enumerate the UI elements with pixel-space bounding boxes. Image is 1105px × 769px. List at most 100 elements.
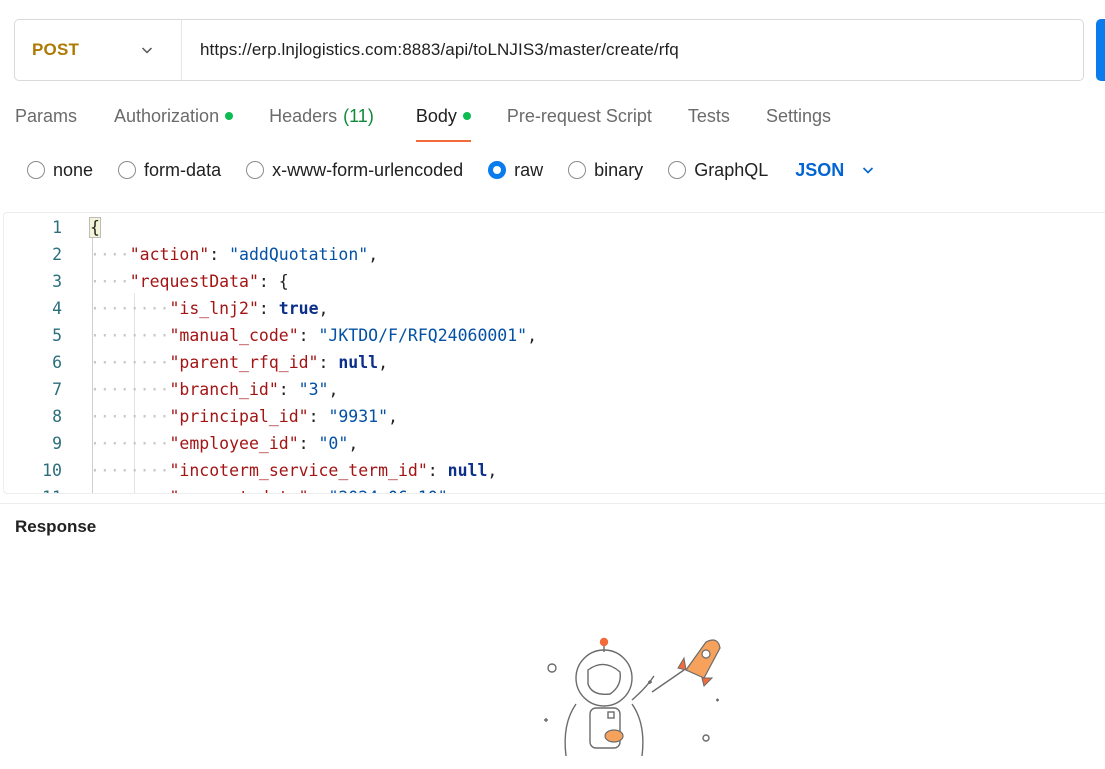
json-key: "incoterm_service_term_id" — [169, 461, 428, 480]
tab-label: Pre-request Script — [506, 105, 652, 126]
code-text: ········"is_lnj2": true, — [90, 299, 329, 318]
request-tabs: Params Authorization Headers (11) Body P… — [15, 102, 867, 142]
body-type-form-data[interactable]: form-data — [118, 160, 221, 181]
json-key: "action" — [129, 245, 210, 264]
tab-settings[interactable]: Settings — [766, 102, 831, 130]
code-text: ····"requestData": { — [90, 272, 289, 291]
code-line[interactable]: 1{ — [4, 214, 1105, 241]
json-value: { — [278, 272, 289, 291]
json-value: "9931" — [328, 407, 389, 426]
tab-label: Authorization — [114, 105, 220, 126]
tab-authorization[interactable]: Authorization — [114, 102, 234, 130]
tab-label: Tests — [687, 105, 730, 126]
tab-body[interactable]: Body — [415, 102, 471, 142]
code-text: ········"request_date": "2024-06-10", — [90, 484, 458, 493]
json-key: "is_lnj2" — [169, 299, 259, 318]
tab-label: Body — [415, 105, 457, 126]
radio-button[interactable] — [246, 161, 265, 179]
tab-headers[interactable]: Headers (11) — [269, 102, 374, 130]
body-type-urlencoded[interactable]: x-www-form-urlencoded — [246, 160, 463, 181]
language-select[interactable]: JSON — [795, 160, 874, 181]
radio-label: x-www-form-urlencoded — [272, 159, 464, 180]
line-number: 11 — [22, 484, 62, 493]
tab-pre-request-script[interactable]: Pre-request Script — [507, 102, 652, 130]
json-value: null — [338, 353, 379, 372]
method-select[interactable]: POST — [15, 20, 182, 80]
json-value: "addQuotation" — [229, 245, 369, 264]
tab-label: Settings — [765, 105, 831, 126]
json-value: true — [278, 299, 319, 318]
radio-button[interactable] — [118, 161, 137, 179]
radio-label: binary — [594, 159, 644, 180]
radio-button[interactable] — [27, 161, 45, 179]
json-value: "3" — [298, 380, 329, 399]
tab-label: Headers — [269, 105, 338, 126]
code-editor[interactable]: 1{2 ····"action": "addQuotation", 3 ····"re… — [3, 212, 1105, 494]
line-number: 3 — [52, 272, 62, 291]
line-number: 1 — [52, 218, 62, 237]
code-text: ········"manual_code": "JKTDO/F/RFQ24060… — [90, 326, 538, 345]
json-key: "principal_id" — [169, 407, 309, 426]
json-value: "JKTDO/F/RFQ24060001" — [318, 326, 528, 345]
code-line[interactable]: 10 ········"incoterm_service_term_id": nu… — [4, 457, 1105, 484]
chevron-down-icon — [863, 167, 874, 174]
url-input[interactable]: https://erp.lnjlogistics.com:8883/api/to… — [182, 40, 679, 60]
code-text: ········"incoterm_service_term_id": null… — [90, 461, 498, 480]
line-number: 9 — [52, 434, 62, 453]
line-number: 8 — [52, 407, 62, 426]
json-key: "request_date" — [169, 488, 308, 493]
astronaut-rocket-illustration — [544, 637, 721, 757]
code-line[interactable]: 4 ········"is_lnj2": true, — [4, 295, 1105, 322]
json-value: "0" — [318, 434, 349, 453]
code-line[interactable]: 11 ········"request_date": "2024-06-10", — [4, 484, 1105, 493]
code-text: ········"parent_rfq_id": null, — [90, 353, 389, 372]
code-text: ········"employee_id": "0", — [90, 434, 359, 453]
json-key: "manual_code" — [169, 326, 299, 345]
radio-label: none — [53, 159, 94, 180]
response-title: Response — [15, 517, 97, 536]
body-type-selector: none form-data x-www-form-urlencoded raw… — [27, 158, 874, 182]
headers-count: (11) — [343, 105, 374, 126]
line-number: 6 — [52, 353, 62, 372]
code-line[interactable]: 8 ········"principal_id": "9931", — [4, 403, 1105, 430]
language-label: JSON — [795, 159, 845, 180]
code-line[interactable]: 6 ········"parent_rfq_id": null, — [4, 349, 1105, 376]
request-url-bar: POST https://erp.lnjlogistics.com:8883/a… — [14, 19, 1084, 81]
body-type-none[interactable]: none — [27, 160, 93, 181]
status-dot-icon — [225, 112, 234, 120]
send-button[interactable] — [1096, 19, 1105, 81]
json-key: "requestData" — [129, 272, 259, 291]
radio-label: form-data — [144, 159, 222, 180]
code-text: { — [89, 214, 101, 241]
code-text: ········"branch_id": "3", — [90, 380, 339, 399]
radio-label: GraphQL — [694, 159, 769, 180]
json-key: "employee_id" — [169, 434, 299, 453]
status-dot-icon — [462, 112, 471, 120]
body-type-binary[interactable]: binary — [568, 160, 643, 181]
pane-divider[interactable] — [0, 503, 1105, 504]
code-line[interactable]: 9 ········"employee_id": "0", — [4, 430, 1105, 457]
method-label: POST — [32, 40, 80, 59]
code-line[interactable]: 3 ····"requestData": { — [4, 268, 1105, 295]
tab-tests[interactable]: Tests — [688, 102, 730, 130]
code-line[interactable]: 2 ····"action": "addQuotation", — [4, 241, 1105, 268]
radio-button[interactable] — [568, 161, 587, 179]
radio-button[interactable] — [668, 161, 687, 179]
radio-button-selected[interactable] — [488, 161, 507, 179]
line-number: 5 — [52, 326, 62, 345]
code-text: ········"principal_id": "9931", — [90, 407, 398, 426]
line-number: 10 — [42, 461, 62, 480]
code-text: ····"action": "addQuotation", — [90, 245, 379, 264]
code-line[interactable]: 7 ········"branch_id": "3", — [4, 376, 1105, 403]
json-value: null — [447, 461, 488, 480]
body-type-graphql[interactable]: GraphQL — [668, 160, 768, 181]
json-value: "2024-06-10" — [328, 488, 447, 493]
tab-params[interactable]: Params — [15, 102, 77, 130]
json-key: "branch_id" — [169, 380, 279, 399]
line-number: 7 — [52, 380, 62, 399]
chevron-down-icon — [141, 47, 153, 54]
code-line[interactable]: 5 ········"manual_code": "JKTDO/F/RFQ2406… — [4, 322, 1105, 349]
body-type-raw[interactable]: raw — [488, 160, 543, 181]
tab-label: Params — [15, 105, 78, 126]
line-number: 4 — [52, 299, 62, 318]
